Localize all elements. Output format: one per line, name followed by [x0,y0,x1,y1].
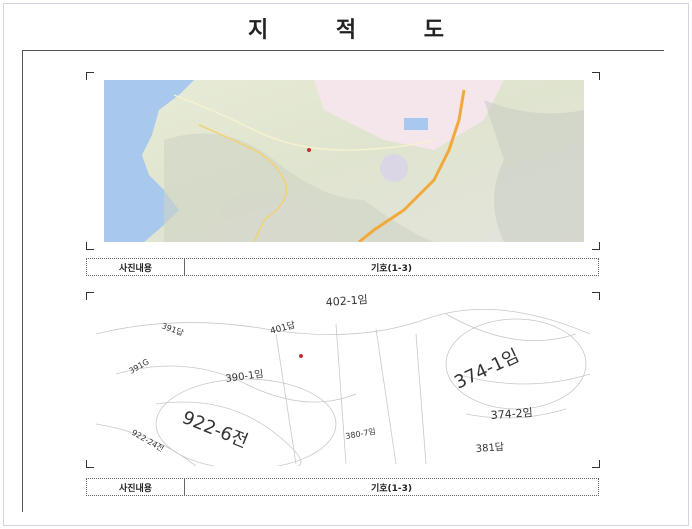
document-title: 지 적 도 [247,17,475,43]
parcel-label: 381답 [475,441,504,455]
crop-mark [86,72,94,80]
cadastral-map: 402-1임 401답 391답 391G 390-1임 922-6전 922-… [96,294,590,466]
caption-label: 사진내용 [87,259,185,275]
crop-mark [86,460,94,468]
crop-mark [592,460,600,468]
left-margin-rule [22,50,23,512]
caption-value: 기호(1-3) [370,263,413,274]
crop-mark [592,72,600,80]
crop-mark [592,292,600,300]
photo-caption-row: 사진내용 기호(1-3) [86,258,599,276]
caption-label: 사진내용 [87,479,185,495]
crop-mark [86,242,94,250]
caption-value: 기호(1-3) [370,483,413,494]
crop-mark [592,242,600,250]
title-rule [22,50,664,51]
map-caption-row: 사진내용 기호(1-3) [86,478,599,496]
location-map-photo [104,80,584,242]
crop-mark [86,292,94,300]
